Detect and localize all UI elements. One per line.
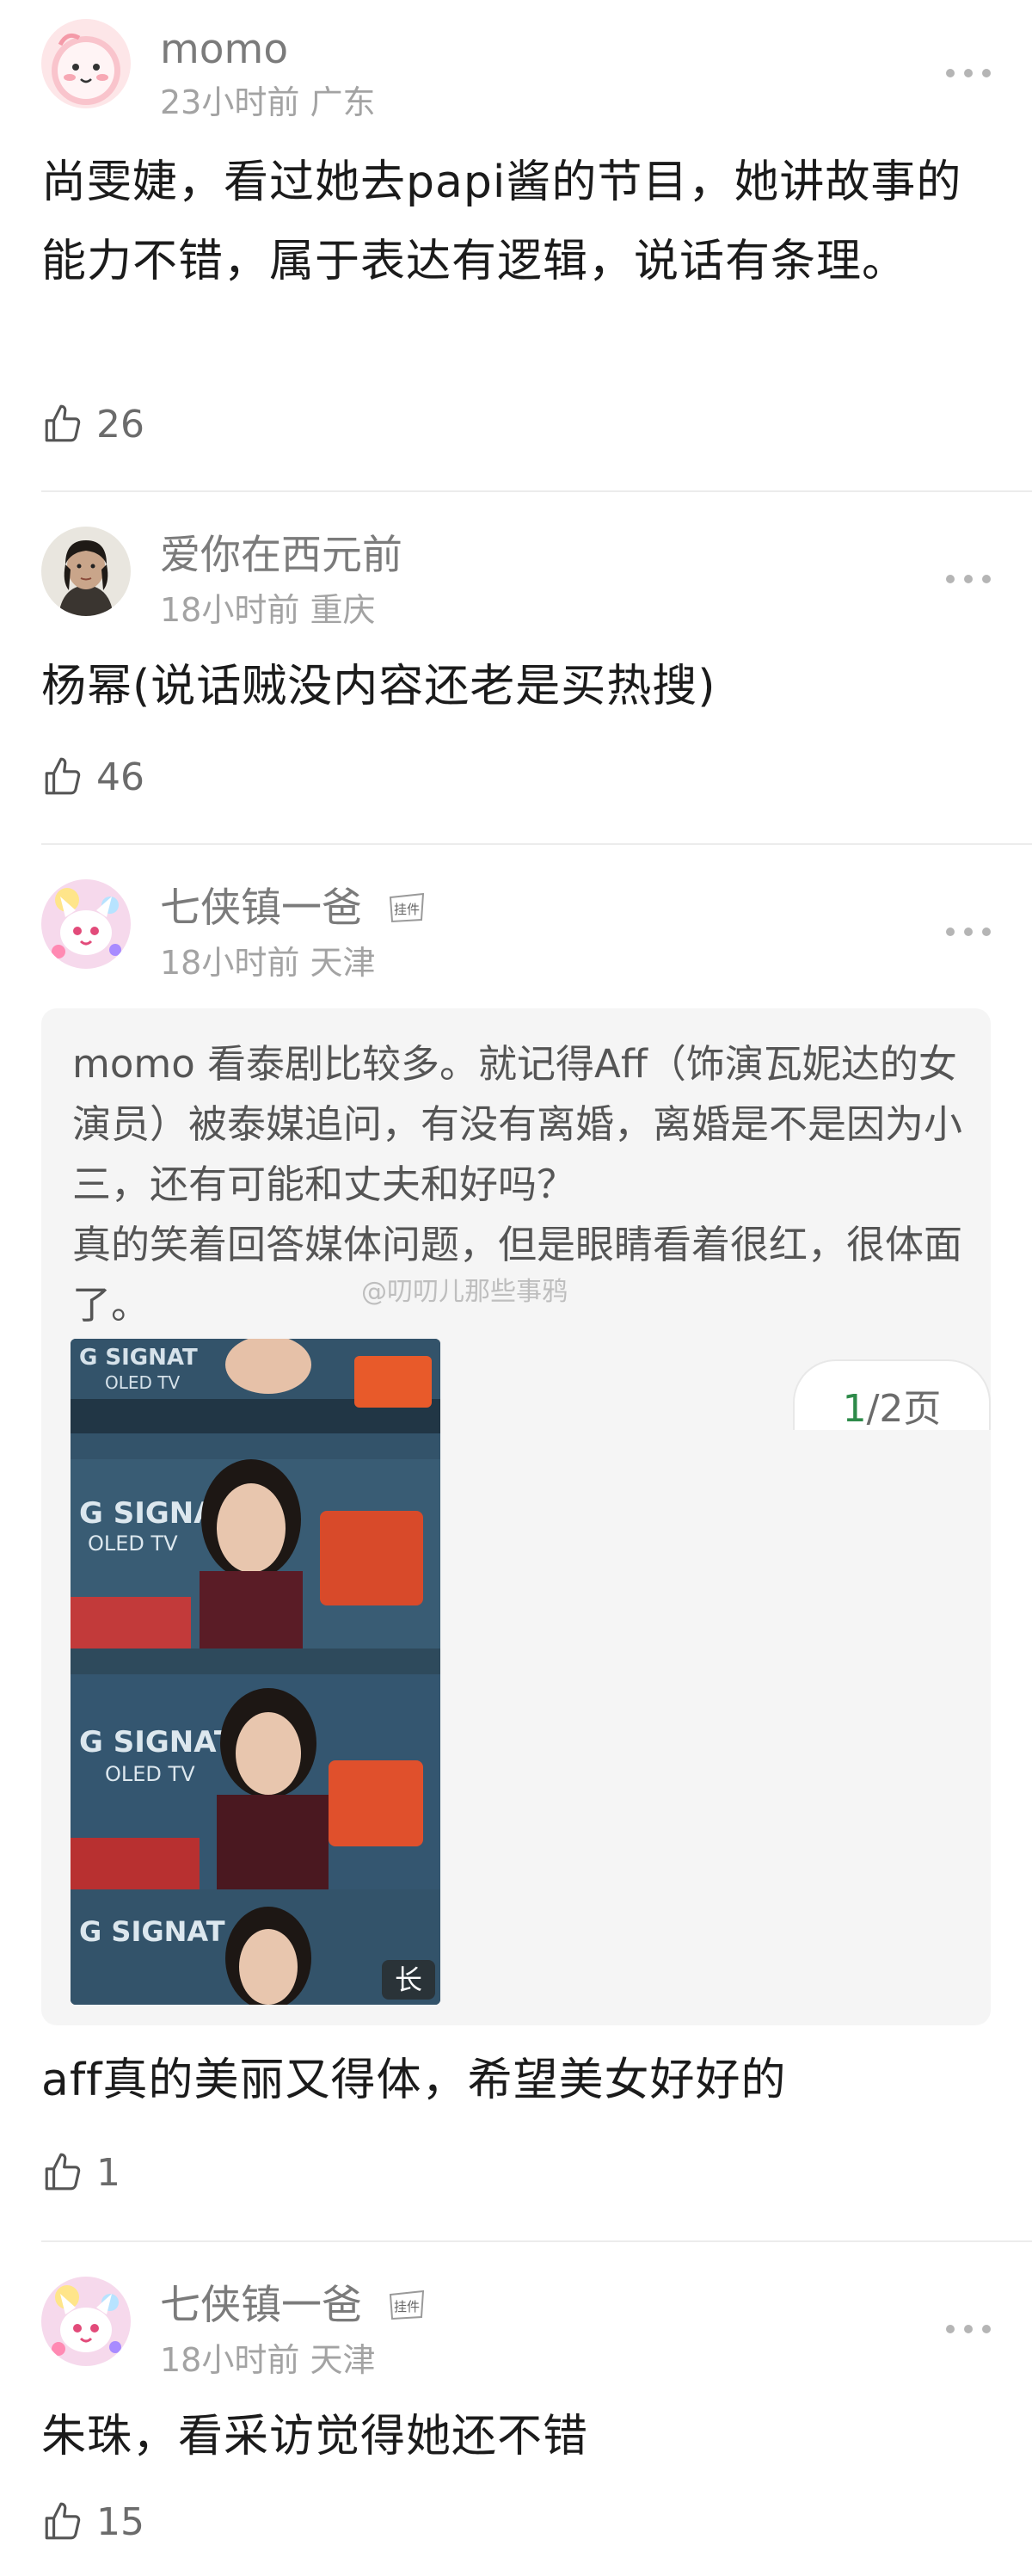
comment-location: 广东 (310, 83, 376, 121)
avatar[interactable] (41, 2277, 131, 2366)
like-button[interactable]: 15 (41, 2499, 144, 2545)
more-dots-icon[interactable] (946, 2323, 991, 2335)
svg-text:挂件: 挂件 (394, 902, 420, 917)
username-text: 七侠镇一爸 (160, 2282, 362, 2329)
pager-total: /2页 (866, 1387, 942, 1431)
comment-time: 18小时前 (160, 2341, 300, 2379)
divider (41, 2240, 1032, 2242)
comment-time: 18小时前 (160, 944, 300, 982)
pager-backdrop (774, 1430, 991, 1464)
comment-text: 尚雯婕，看过她去papi酱的节目，她讲故事的能力不错，属于表达有逻辑，说话有条理… (41, 157, 962, 287)
comment-text: aff真的美丽又得体，希望美女好好的 (41, 2055, 787, 2106)
more-dots-icon[interactable] (946, 67, 991, 79)
attached-image[interactable]: G SIGNAT OLED TV G SIGNATU OLED TV G SIG… (71, 1339, 440, 2005)
long-image-badge: 长 (382, 1960, 435, 2000)
username-text: momo (160, 26, 289, 73)
comment-location: 天津 (310, 2341, 376, 2379)
svg-text:G SIGNAT: G SIGNAT (79, 1725, 235, 1759)
comment-location: 重庆 (310, 591, 376, 629)
comment-meta: 23小时前 广东 (160, 83, 375, 122)
like-button[interactable]: 26 (41, 401, 144, 447)
avatar-image (41, 879, 131, 969)
like-button[interactable]: 1 (41, 2149, 120, 2196)
thumbs-up-icon (45, 757, 81, 795)
like-count: 46 (96, 755, 144, 799)
avatar[interactable] (41, 879, 131, 969)
username[interactable]: 爱你在西元前 (160, 532, 402, 580)
pendant-badge-icon: 挂件 (389, 892, 425, 922)
svg-text:OLED TV: OLED TV (88, 1531, 178, 1556)
more-dots-icon[interactable] (946, 926, 991, 938)
avatar[interactable] (41, 19, 131, 108)
like-count: 15 (96, 2499, 144, 2544)
like-count: 26 (96, 402, 144, 447)
comment-location: 天津 (310, 944, 376, 982)
thumbs-up-icon (45, 2153, 81, 2191)
svg-text:OLED TV: OLED TV (105, 1762, 195, 1786)
username[interactable]: 七侠镇一爸 挂件 (160, 884, 427, 933)
more-dots-icon[interactable] (946, 573, 991, 585)
comment-text: 杨幂(说话贼没内容还老是买热搜) (41, 661, 716, 712)
avatar-image (41, 19, 131, 108)
username-text: 爱你在西元前 (160, 532, 402, 579)
comment-meta: 18小时前 天津 (160, 2340, 375, 2380)
svg-text:G SIGNAT: G SIGNAT (79, 1345, 198, 1371)
divider (41, 490, 1032, 492)
attached-image-graphic: G SIGNAT OLED TV G SIGNATU OLED TV G SIG… (71, 1339, 440, 2005)
divider (41, 843, 1032, 845)
avatar-image (41, 527, 131, 616)
avatar[interactable] (41, 527, 131, 616)
svg-text:挂件: 挂件 (394, 2299, 420, 2314)
username[interactable]: 七侠镇一爸 挂件 (160, 2282, 427, 2330)
comment-time: 18小时前 (160, 591, 300, 629)
comment-meta: 18小时前 天津 (160, 943, 375, 983)
username[interactable]: momo (160, 26, 288, 74)
like-count: 1 (96, 2150, 120, 2195)
image-watermark: @叨叨儿那些事鸦 (361, 1277, 568, 1307)
comment-text: 朱珠，看采访觉得她还不错 (41, 2411, 589, 2462)
thumbs-up-icon (45, 404, 81, 442)
comment-time: 23小时前 (160, 83, 300, 121)
thumbs-up-icon (45, 2502, 81, 2540)
like-button[interactable]: 46 (41, 754, 144, 800)
comment-meta: 18小时前 重庆 (160, 590, 375, 630)
svg-text:OLED TV: OLED TV (105, 1372, 180, 1393)
avatar-image (41, 2277, 131, 2366)
pendant-badge-icon: 挂件 (389, 2289, 425, 2320)
username-text: 七侠镇一爸 (160, 884, 362, 932)
pager-current: 1 (842, 1387, 867, 1431)
svg-text:G SIGNAT: G SIGNAT (79, 1915, 225, 1948)
